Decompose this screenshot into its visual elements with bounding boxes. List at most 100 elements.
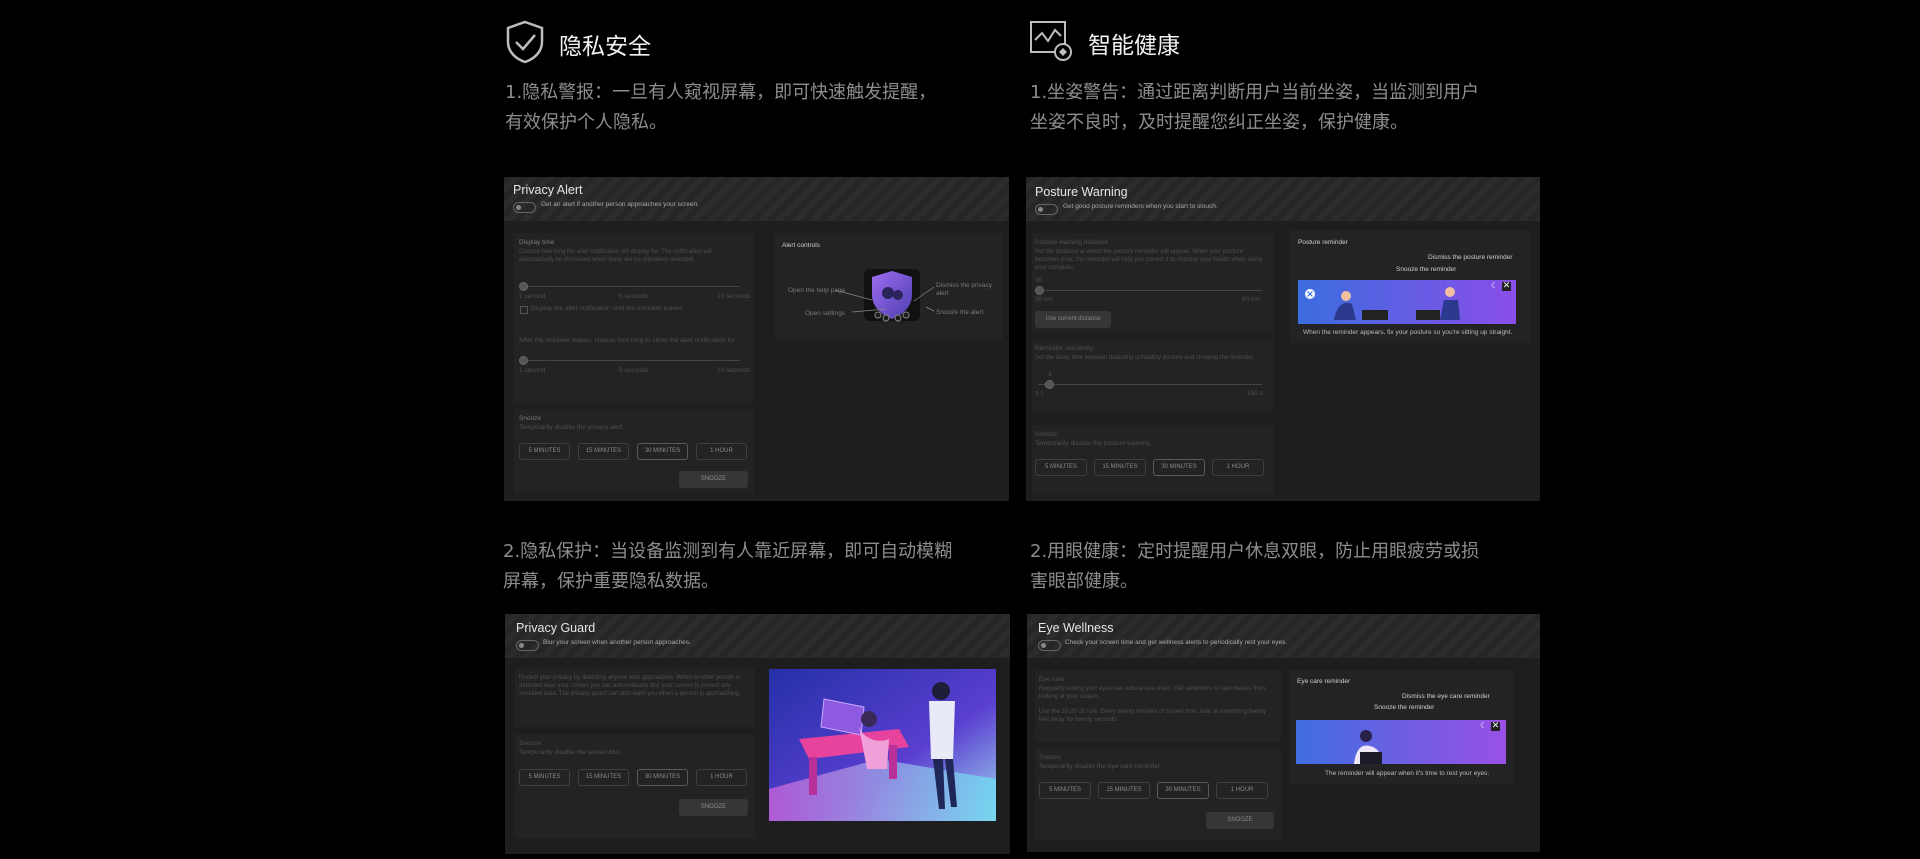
checkbox-label: Display the alert notification until the… [531, 305, 683, 312]
eye-wellness-panel: Eye Wellness Check your screen time and … [1027, 614, 1540, 852]
privacy-guard-desc: Protect your privacy by detecting anyone… [519, 675, 741, 697]
snooze-1-hour-button[interactable]: 1 HOUR [696, 443, 747, 460]
snooze-15-minutes-button[interactable]: 15 MINUTES [578, 769, 629, 786]
snooze-30-minutes-button[interactable]: 30 MINUTES [637, 443, 688, 460]
snooze-30-minutes-button[interactable]: 30 MINUTES [1157, 782, 1209, 799]
rule-desc: Use the 20-20-20 rule. Every twenty minu… [1039, 709, 1267, 723]
snooze-1-hour-button[interactable]: 1 HOUR [1216, 782, 1268, 799]
slider2-max-label: 10 seconds [717, 367, 751, 374]
snooze-30-minutes-button[interactable]: 30 MINUTES [637, 769, 688, 786]
privacy-alert-description: 1.隐私警报：一旦有人窥视屏幕，即可快速触发提醒， 有效保护个人隐私。 [505, 82, 937, 133]
snooze-desc: Temporarily disable the privacy alert. [519, 424, 625, 431]
snooze-reminder-icon[interactable]: ☾ [1491, 282, 1499, 290]
section-title-privacy: 隐私安全 [559, 34, 651, 60]
panel-subtitle: Check your screen time and get wellness … [1065, 639, 1288, 646]
snooze-5-minutes-button[interactable]: 5 MINUTES [519, 443, 570, 460]
after-leaves-slider-knob[interactable] [519, 356, 528, 365]
dismiss-reminder-label: Dismiss the eye care reminder [1402, 693, 1490, 700]
snooze-30-minutes-button[interactable]: 30 MINUTES [1153, 459, 1205, 476]
slider-max-label: 10 seconds [717, 293, 751, 300]
snooze-reminder-icon[interactable]: ☾ [1480, 722, 1488, 730]
slider2-min-label: 1 second [519, 367, 546, 374]
display-time-slider-knob[interactable] [519, 282, 528, 291]
sensitivity-min: 3 s [1035, 390, 1044, 397]
privacy-guard-description: 2.隐私保护：当设备监测到有人靠近屏幕，即可自动模糊 屏幕，保护重要隐私数据。 [503, 541, 953, 592]
panel-subtitle: Get an alert if another person approache… [541, 201, 699, 208]
snooze-card: Snooze Temporarily disable the screen bl… [515, 734, 755, 838]
sensitivity-max: 150 s [1247, 390, 1263, 397]
display-time-desc: Choose how long the alert notification w… [519, 249, 712, 263]
snooze-card: Snooze Temporarily disable the posture w… [1032, 425, 1274, 495]
distance-label: Posture warning distance [1035, 239, 1108, 246]
posture-reminder-card: Posture reminder Dismiss the posture rem… [1290, 230, 1531, 343]
sensitivity-card: Reminder sensitivity Set the delay time … [1032, 339, 1274, 411]
dismiss-alert-label: Dismiss the privacy alert [936, 282, 992, 297]
posture-reminder-illustration [1298, 280, 1516, 324]
eye-care-reminder-caption: The reminder will appear when it's time … [1325, 770, 1490, 777]
panel-subtitle: Blur your screen when another person app… [543, 639, 691, 646]
sensitivity-slider-knob[interactable] [1045, 380, 1054, 389]
snooze-button[interactable]: SNOOZE [679, 471, 748, 488]
display-time-card: Display time Choose how long the alert n… [514, 233, 754, 403]
posture-warning-description: 1.坐姿警告：通过距离判断用户当前坐姿，当监测到用户 坐姿不良时，及时提醒您纠正… [1030, 82, 1480, 133]
distance-slider[interactable] [1038, 290, 1262, 291]
sensitivity-value: 3 [1048, 371, 1052, 378]
eye-care-desc: Regularly resting your eyes can reduce e… [1039, 686, 1266, 700]
snooze-reminder-label: Snooze the reminder [1374, 704, 1435, 711]
eye-care-reminder-card: Eye care reminder Dismiss the eye care r… [1289, 670, 1514, 784]
snooze-5-minutes-button[interactable]: 5 MINUTES [1039, 782, 1091, 799]
snooze-reminder-label: Snooze the reminder [1396, 266, 1457, 273]
eye-care-reminder-illustration [1296, 720, 1506, 764]
posture-warning-panel: Posture Warning Get good posture reminde… [1026, 177, 1540, 501]
eye-wellness-toggle[interactable] [1038, 640, 1061, 651]
alert-controls-title: Alert controls [782, 242, 820, 249]
posture-reminder-title: Posture reminder [1298, 239, 1348, 246]
eye-care-reminder-title: Eye care reminder [1297, 678, 1351, 685]
snooze-desc: Temporarily disable the posture warning. [1035, 440, 1152, 447]
distance-slider-knob[interactable] [1035, 286, 1044, 295]
privacy-guard-desc-card: Protect your privacy by detecting anyone… [515, 669, 755, 727]
panel-title: Privacy Alert [513, 183, 583, 197]
dismiss-reminder-label: Dismiss the posture reminder [1428, 254, 1513, 261]
close-icon[interactable]: ✕ [1502, 282, 1511, 291]
snooze-card: Snooze Temporarily disable the eye care … [1035, 748, 1281, 840]
sensitivity-slider[interactable] [1038, 384, 1262, 385]
display-time-label: Display time [519, 239, 555, 246]
after-leaves-slider[interactable] [522, 360, 740, 361]
sensitivity-label: Reminder sensitivity [1035, 345, 1094, 352]
snooze-15-minutes-button[interactable]: 15 MINUTES [1098, 782, 1150, 799]
close-icon[interactable]: ✕ [1491, 722, 1500, 731]
display-time-slider[interactable] [522, 286, 740, 287]
distance-card: Posture warning distance Set the distanc… [1032, 233, 1274, 333]
display-until-leaves-checkbox[interactable] [520, 306, 528, 314]
slider-min-label: 1 second [519, 293, 546, 300]
snooze-15-minutes-button[interactable]: 15 MINUTES [1094, 459, 1146, 476]
privacy-guard-panel: Privacy Guard Blur your screen when anot… [505, 614, 1010, 854]
snooze-button[interactable]: SNOOZE [1206, 812, 1274, 829]
privacy-guard-toggle[interactable] [516, 640, 539, 651]
distance-value: 30 [1035, 277, 1043, 284]
health-monitor-icon [1029, 20, 1073, 62]
snooze-card: Snooze Temporarily disable the privacy a… [514, 409, 754, 493]
snooze-button[interactable]: SNOOZE [679, 799, 748, 816]
snooze-label: Snooze [1035, 431, 1058, 438]
snooze-label: Snooze [519, 740, 542, 747]
panel-title: Privacy Guard [516, 621, 596, 635]
snooze-1-hour-button[interactable]: 1 HOUR [1212, 459, 1264, 476]
snooze-label: Snooze [1039, 754, 1062, 761]
snooze-5-minutes-button[interactable]: 5 MINUTES [1035, 459, 1087, 476]
use-current-distance-button[interactable]: Use current distance [1035, 311, 1111, 328]
slider-mid-label: 5 seconds [619, 293, 649, 300]
privacy-guard-illustration [769, 669, 996, 821]
distance-min: 30 cm [1035, 296, 1053, 303]
privacy-alert-panel: Privacy Alert Get an alert if another pe… [504, 177, 1009, 501]
snooze-15-minutes-button[interactable]: 15 MINUTES [578, 443, 629, 460]
eye-wellness-description: 2.用眼健康：定时提醒用户休息双眼，防止用眼疲劳或损 害眼部健康。 [1030, 541, 1480, 592]
snooze-5-minutes-button[interactable]: 5 MINUTES [519, 769, 570, 786]
posture-warning-toggle[interactable] [1035, 204, 1058, 215]
section-title-health: 智能健康 [1088, 33, 1180, 59]
privacy-alert-toggle[interactable] [513, 202, 536, 213]
after-leaves-label: After the onlooker leaves, choose how lo… [519, 337, 736, 344]
slider2-mid-label: 5 seconds [619, 367, 649, 374]
snooze-1-hour-button[interactable]: 1 HOUR [696, 769, 747, 786]
